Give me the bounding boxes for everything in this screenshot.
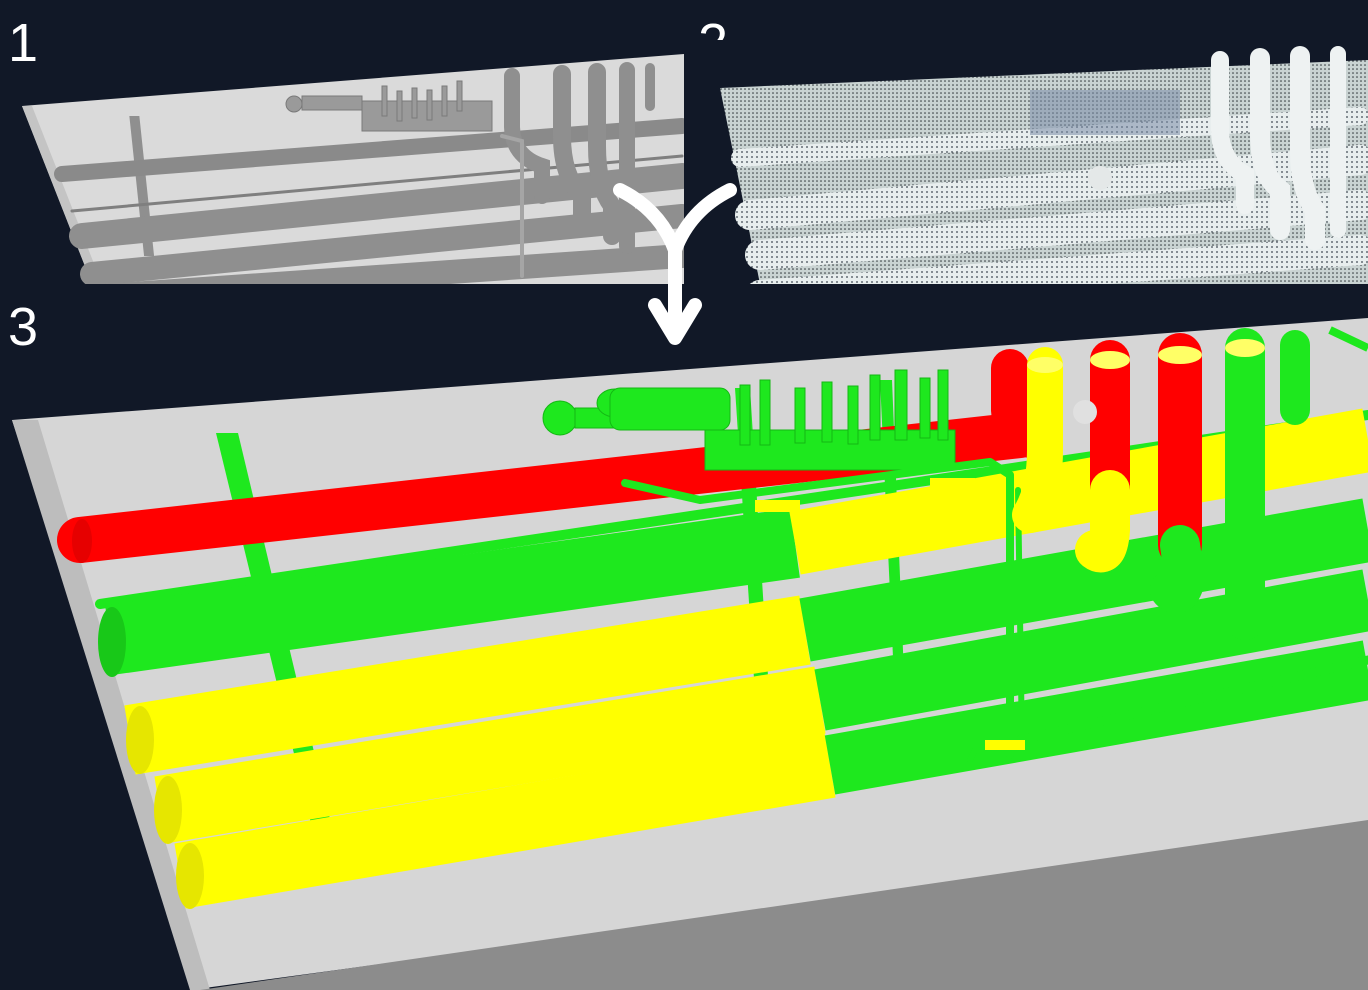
deviation-map-render bbox=[12, 318, 1368, 990]
cad-model-render bbox=[22, 54, 684, 284]
point-cloud-panel bbox=[700, 40, 1368, 284]
deviation-map-panel bbox=[0, 300, 1368, 990]
point-cloud-render bbox=[700, 40, 1368, 284]
cad-model-panel bbox=[22, 46, 684, 284]
